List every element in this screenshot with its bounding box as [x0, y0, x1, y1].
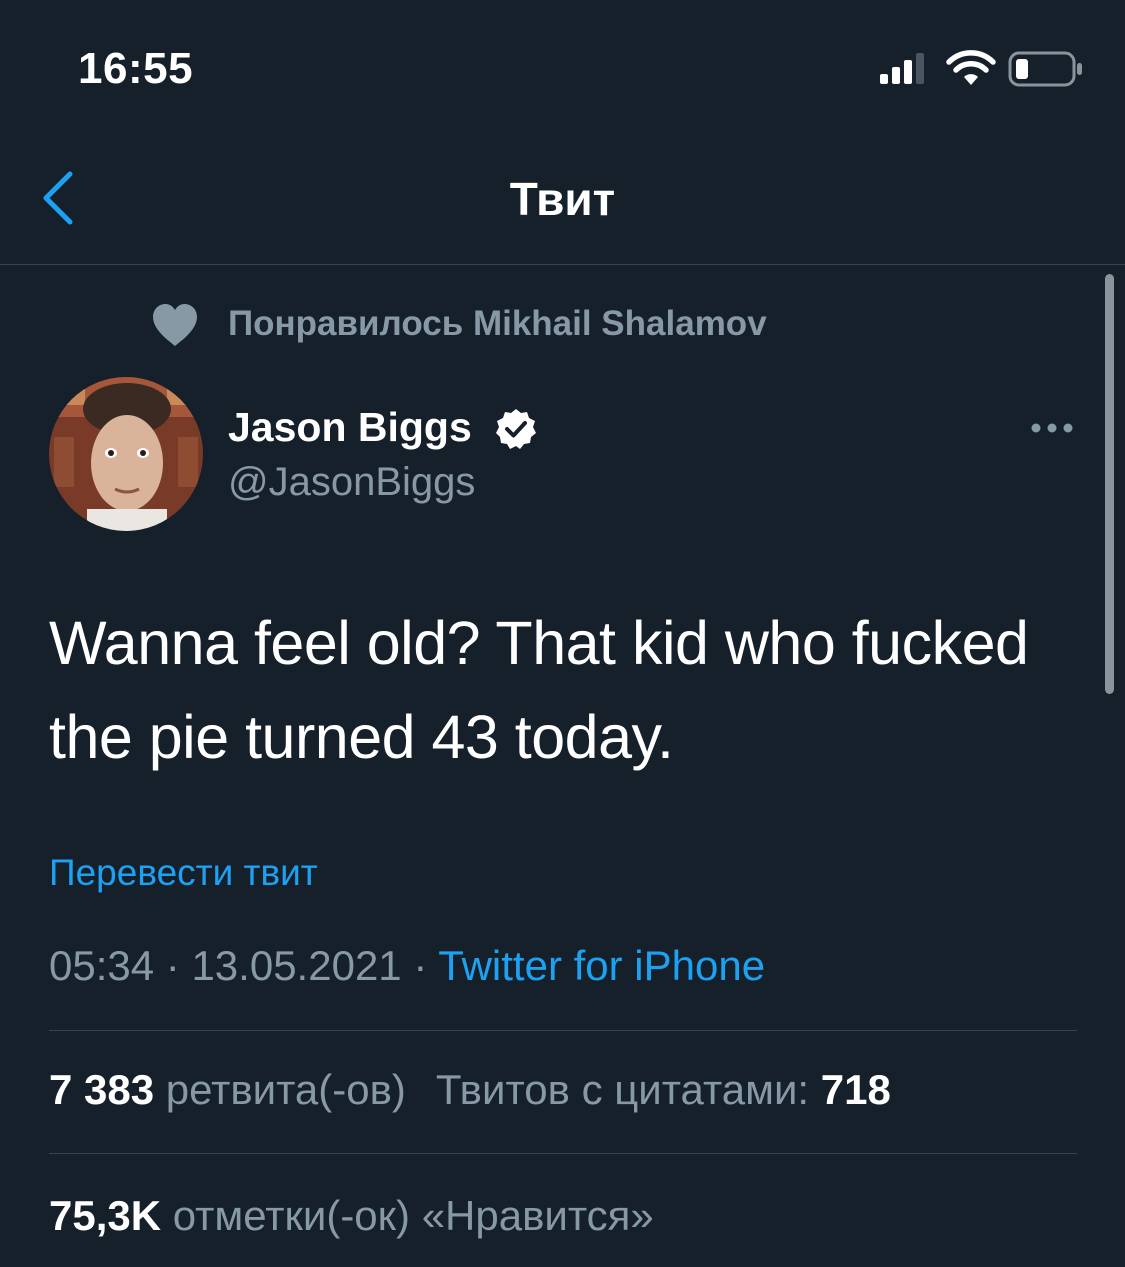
author-handle[interactable]: @JasonBiggs [228, 460, 475, 505]
scrollbar[interactable] [1105, 274, 1114, 694]
status-time: 16:55 [78, 44, 194, 93]
likes-count: 75,3K [49, 1192, 162, 1239]
liked-by-text[interactable]: Понравилось Mikhail Shalamov [228, 304, 767, 344]
tweet-time: 05:34 [49, 942, 155, 989]
retweets-count: 7 383 [49, 1066, 155, 1113]
battery-icon [1008, 51, 1082, 87]
page-title: Твит [509, 173, 616, 225]
stats-divider-top [49, 1030, 1077, 1031]
quotes-count: 718 [820, 1066, 891, 1113]
avatar[interactable] [49, 377, 203, 531]
retweets-stat[interactable]: 7 383 ретвита(-ов) [49, 1066, 406, 1113]
wifi-icon [946, 50, 996, 85]
heart-icon [153, 304, 197, 346]
retweets-label: ретвита(-ов) [165, 1066, 406, 1113]
translate-tweet-link[interactable]: Перевести твит [49, 852, 318, 894]
tweet-source-link[interactable]: Twitter for iPhone [438, 942, 765, 989]
likes-stats-row[interactable]: 75,3K отметки(-ок) «Нравится» [49, 1192, 654, 1240]
author-name[interactable]: Jason Biggs [228, 404, 472, 451]
signal-icon [880, 53, 924, 84]
quotes-stat[interactable]: Твитов с цитатами: 718 [436, 1066, 891, 1113]
quotes-label: Твитов с цитатами: [435, 1066, 810, 1113]
tweet-date: 13.05.2021 [191, 942, 402, 989]
tweet-meta: 05:34 · 13.05.2021 · Twitter for iPhone [49, 942, 765, 990]
meta-separator: · [165, 942, 180, 989]
header-divider [0, 264, 1125, 265]
retweet-stats-row: 7 383 ретвита(-ов) Твитов с цитатами: 718 [49, 1066, 891, 1114]
avatar-image [49, 377, 203, 531]
verified-badge-icon [496, 409, 536, 449]
more-options-button[interactable] [1030, 420, 1074, 436]
tweet-text: Wanna feel old? That kid who fucked the … [49, 609, 1029, 771]
stats-divider-bottom [49, 1153, 1077, 1154]
meta-separator: · [413, 942, 428, 989]
likes-label: отметки(-ок) «Нравится» [172, 1192, 654, 1239]
